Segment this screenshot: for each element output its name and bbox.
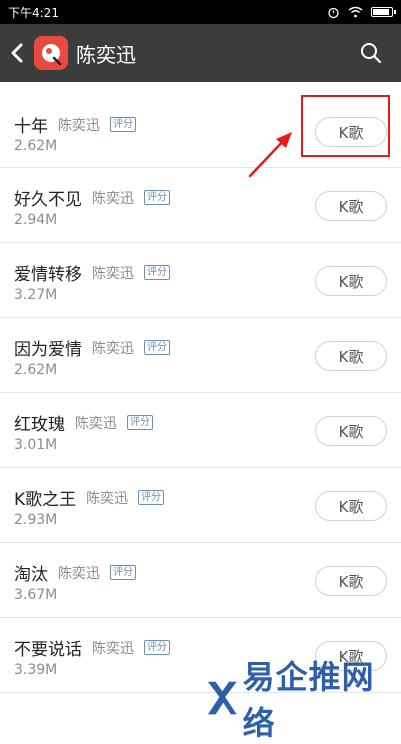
status-time: 下午4:21	[8, 5, 59, 20]
karaoke-button[interactable]: K歌	[315, 566, 387, 596]
singer-name: 陈奕迅	[86, 490, 129, 507]
search-button[interactable]	[357, 39, 385, 67]
app-header: 陈奕迅	[0, 24, 401, 82]
song-name: 爱情转移	[14, 265, 82, 285]
karaoke-button[interactable]: K歌	[315, 416, 387, 446]
bird-logo-icon	[42, 44, 62, 66]
karaoke-button[interactable]: K歌	[315, 266, 387, 296]
singer-name: 陈奕迅	[75, 415, 117, 432]
song-name: K歌之王	[14, 490, 77, 510]
song-name: 好久不见	[14, 190, 82, 210]
rating-badge: 评分	[144, 640, 170, 655]
song-size: 2.94M	[14, 212, 58, 228]
song-row[interactable]: 因为爱情 陈奕迅 评分 2.62M K歌	[0, 318, 401, 393]
rating-badge: 评分	[110, 117, 136, 132]
page-title: 陈奕迅	[76, 42, 136, 67]
song-size: 3.67M	[14, 587, 58, 603]
arrow-annotation-icon	[248, 132, 292, 178]
karaoke-button[interactable]: K歌	[315, 341, 387, 371]
chevron-left-icon	[11, 43, 23, 63]
singer-name: 陈奕迅	[92, 340, 134, 357]
singer-name: 陈奕迅	[92, 190, 134, 207]
rating-badge: 评分	[110, 565, 136, 580]
back-button[interactable]	[0, 24, 34, 82]
wifi-icon	[348, 6, 363, 18]
song-size: 2.62M	[14, 362, 58, 378]
song-name: 不要说话	[14, 640, 82, 660]
song-name: 十年	[14, 117, 48, 137]
status-icons	[327, 6, 396, 19]
rating-badge: 评分	[127, 415, 153, 430]
karaoke-button[interactable]: K歌	[315, 191, 387, 221]
song-row[interactable]: 好久不见 陈奕迅 评分 2.94M K歌	[0, 168, 401, 243]
karaoke-button[interactable]: K歌	[315, 491, 387, 521]
battery-icon	[371, 7, 396, 17]
song-size: 3.27M	[14, 287, 58, 303]
status-bar: 下午4:21	[0, 0, 401, 24]
watermark-text: 易企推网络	[242, 658, 375, 742]
song-row[interactable]: 爱情转移 陈奕迅 评分 3.27M K歌	[0, 243, 401, 318]
watermark: 易企推网络	[206, 652, 401, 744]
app-logo	[34, 36, 68, 70]
singer-name: 陈奕迅	[58, 117, 100, 134]
song-row[interactable]: 红玫瑰 陈奕迅 评分 3.01M K歌	[0, 393, 401, 468]
song-size: 2.93M	[14, 512, 58, 528]
song-list: 十年 陈奕迅 评分 2.62M K歌 好久不见 陈奕迅 评分 2.94M K歌 …	[0, 82, 401, 703]
song-name: 因为爱情	[14, 340, 82, 360]
song-row[interactable]: 淘汰 陈奕迅 评分 3.67M K歌	[0, 543, 401, 618]
song-name: 淘汰	[14, 565, 48, 585]
song-name: 红玫瑰	[14, 415, 65, 435]
song-size: 2.62M	[14, 138, 58, 154]
highlight-annotation-box	[301, 95, 390, 157]
rating-badge: 评分	[138, 490, 165, 505]
song-size: 3.39M	[14, 662, 58, 678]
watermark-logo-icon	[207, 681, 237, 715]
rating-badge: 评分	[144, 340, 170, 355]
singer-name: 陈奕迅	[92, 265, 134, 282]
song-row[interactable]: K歌之王 陈奕迅 评分 2.93M K歌	[0, 468, 401, 543]
rating-badge: 评分	[144, 265, 170, 280]
singer-name: 陈奕迅	[58, 565, 100, 582]
singer-name: 陈奕迅	[92, 640, 134, 657]
alarm-icon	[328, 7, 339, 18]
song-size: 3.01M	[14, 437, 58, 453]
search-icon	[361, 43, 382, 64]
rating-badge: 评分	[144, 190, 170, 205]
